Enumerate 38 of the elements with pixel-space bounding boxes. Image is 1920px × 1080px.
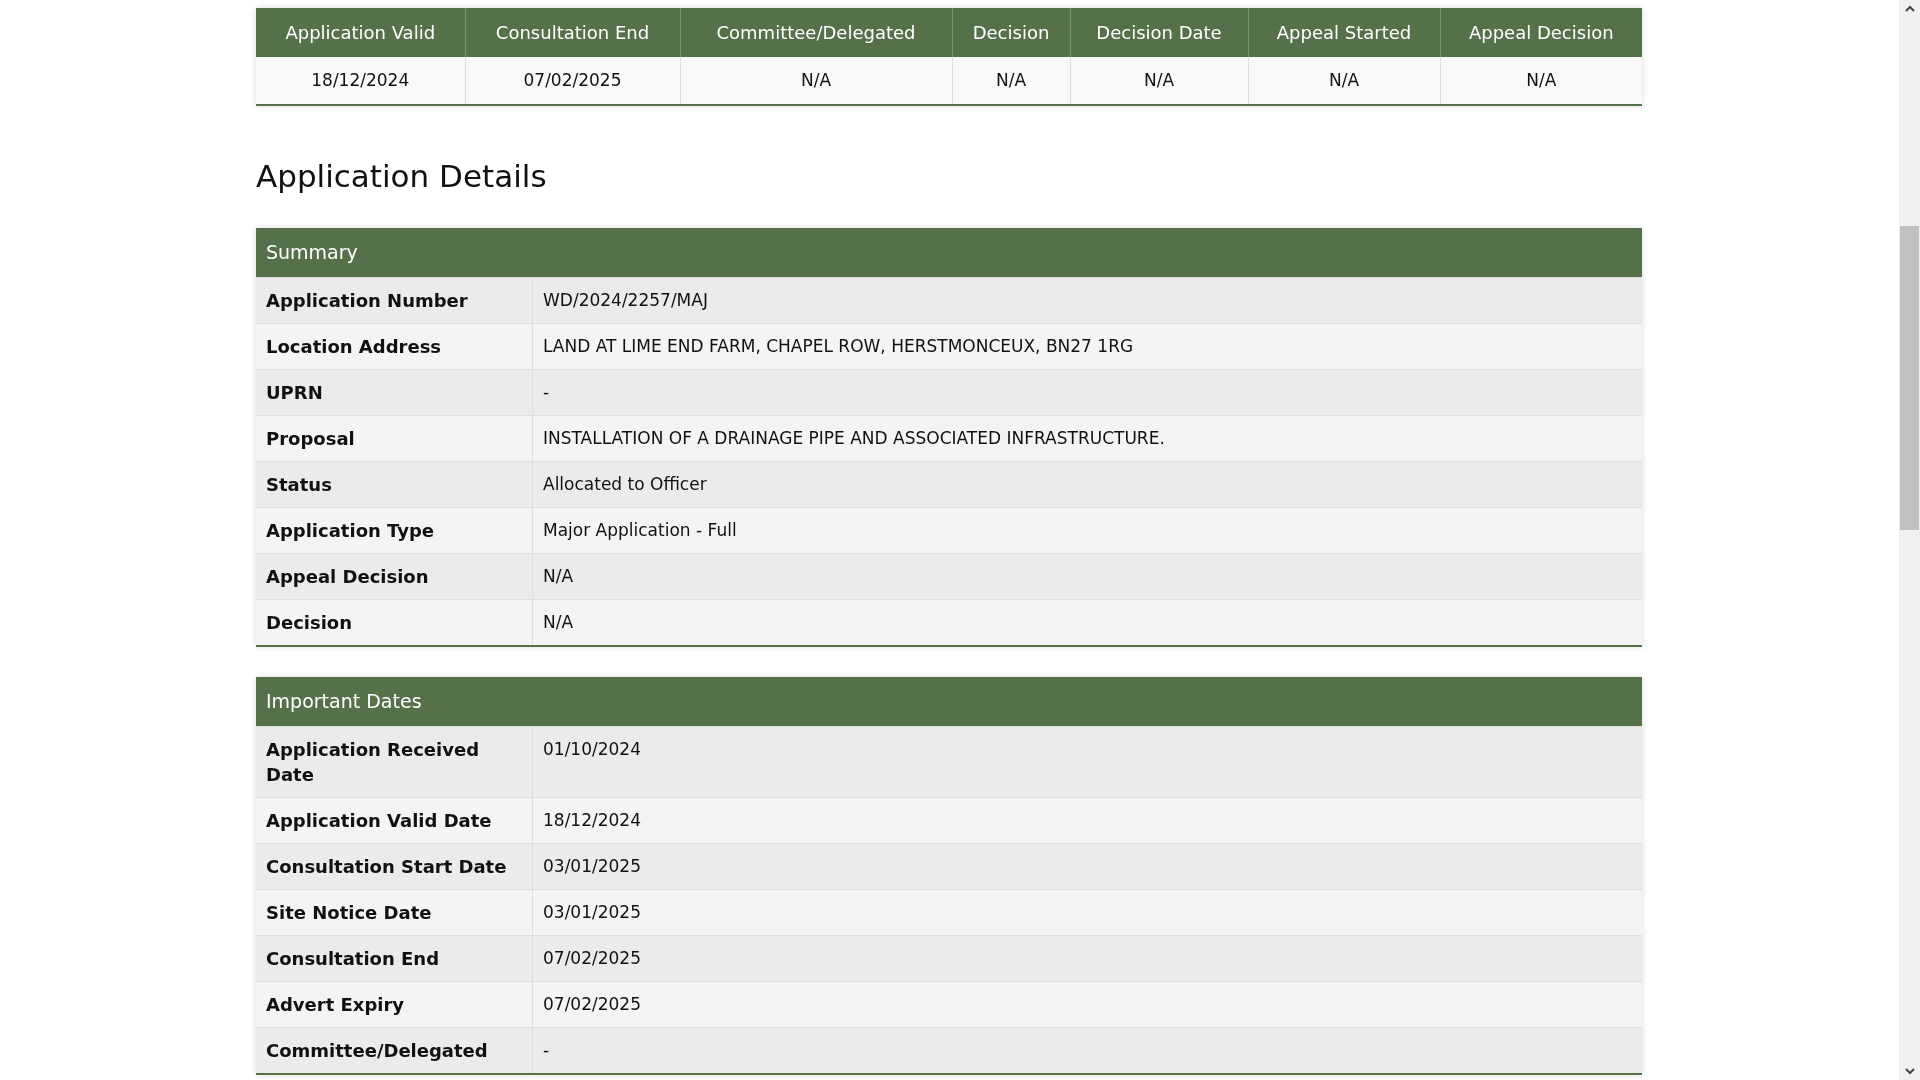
row-value: 07/02/2025 bbox=[542, 947, 642, 970]
row-label: Decision bbox=[256, 600, 533, 645]
row-value: N/A bbox=[542, 611, 575, 634]
row-value: 18/12/2024 bbox=[542, 809, 642, 832]
table-cell: N/A bbox=[1248, 57, 1440, 105]
column-header: Application Valid bbox=[256, 8, 465, 57]
column-header: Decision Date bbox=[1070, 8, 1248, 57]
scrollbar[interactable] bbox=[1899, 0, 1920, 1080]
row-value: N/A bbox=[542, 565, 575, 588]
row-value: 07/02/2025 bbox=[542, 993, 642, 1016]
column-header: Decision bbox=[952, 8, 1070, 57]
scroll-up-icon[interactable] bbox=[1904, 5, 1915, 12]
table-cell: 18/12/2024 bbox=[256, 57, 465, 105]
panel-title: Important Dates bbox=[256, 677, 1642, 726]
row-value: 01/10/2024 bbox=[542, 738, 642, 761]
table-cell: N/A bbox=[680, 57, 952, 105]
table-cell: N/A bbox=[1440, 57, 1642, 105]
scrollbar-thumb[interactable] bbox=[1900, 226, 1919, 530]
panel-title: Summary bbox=[256, 228, 1642, 277]
row-value: LAND AT LIME END FARM, CHAPEL ROW, HERSTMONCEUX, BN27 1RG bbox=[542, 335, 1135, 358]
column-header: Consultation End bbox=[465, 8, 680, 57]
row-value: 03/01/2025 bbox=[542, 901, 642, 924]
scroll-down-icon[interactable] bbox=[1904, 1068, 1915, 1075]
table-cell: 07/02/2025 bbox=[465, 57, 680, 105]
row-label: Committee/Delegated bbox=[256, 1028, 533, 1073]
table-cell: N/A bbox=[1070, 57, 1248, 105]
table-cell: N/A bbox=[952, 57, 1070, 105]
row-value: WD/2024/2257/MAJ bbox=[542, 289, 709, 312]
row-value: Allocated to Officer bbox=[542, 473, 708, 496]
section-heading: Application Details bbox=[256, 157, 548, 196]
column-header: Appeal Started bbox=[1248, 8, 1440, 57]
row-value: Major Application - Full bbox=[542, 519, 738, 542]
row-value: - bbox=[542, 1039, 551, 1062]
column-header: Appeal Decision bbox=[1440, 8, 1642, 57]
row-value: - bbox=[542, 381, 551, 404]
column-header: Committee/Delegated bbox=[680, 8, 952, 57]
row-value: 03/01/2025 bbox=[542, 855, 642, 878]
row-value: INSTALLATION OF A DRAINAGE PIPE AND ASSOCIATED INFRASTRUCTURE. bbox=[542, 427, 1166, 450]
